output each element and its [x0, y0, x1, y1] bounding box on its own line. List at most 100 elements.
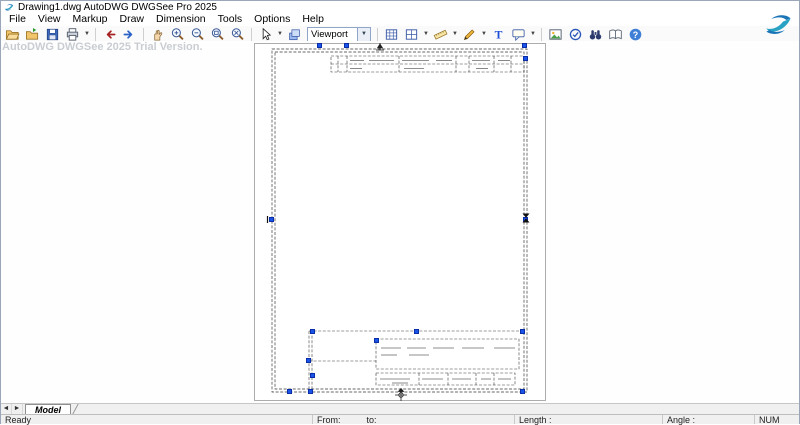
- tab-model[interactable]: Model: [25, 404, 71, 415]
- status-from-label: From:: [317, 414, 341, 425]
- marker-pen-dropdown[interactable]: ▼: [480, 26, 488, 42]
- selection-grip[interactable]: [306, 358, 311, 363]
- book-icon: [609, 29, 622, 39]
- selection-grip[interactable]: [414, 329, 419, 334]
- selection-grip[interactable]: [522, 43, 527, 48]
- selection-grip[interactable]: [520, 389, 525, 394]
- print-button[interactable]: [63, 26, 82, 42]
- status-num-lock: NUM: [759, 414, 780, 425]
- zoom-window-button[interactable]: [208, 26, 227, 42]
- print-icon: [66, 27, 79, 41]
- svg-text:T: T: [495, 28, 503, 41]
- toolbar-separator: [143, 27, 144, 41]
- application-window: Drawing1.dwg AutoDWG DWGSee Pro 2025 Fil…: [0, 0, 800, 425]
- selection-grip[interactable]: [523, 56, 528, 61]
- status-angle: Angle :: [663, 415, 755, 425]
- menu-tools[interactable]: Tools: [212, 13, 249, 26]
- callout-icon: [512, 28, 525, 41]
- selection-grip[interactable]: [287, 389, 292, 394]
- svg-text:?: ?: [633, 29, 638, 39]
- viewports-grid-button[interactable]: [382, 26, 401, 42]
- viewport-select[interactable]: Viewport ▼: [307, 26, 371, 42]
- tile-windows-button[interactable]: [402, 26, 421, 42]
- select-cursor-icon: [262, 27, 272, 40]
- stamp-icon: [569, 28, 582, 40]
- selection-grip[interactable]: [374, 338, 379, 343]
- status-bar: Ready From: to: Length : Angle : NUM: [1, 414, 799, 425]
- tab-scroll-left-button[interactable]: ◄: [1, 404, 12, 414]
- selection-grip[interactable]: [344, 43, 349, 48]
- selection-grip[interactable]: [520, 329, 525, 334]
- selection-grip[interactable]: [317, 43, 322, 48]
- toolbar-separator: [95, 27, 96, 41]
- menu-bar: File View Markup Draw Dimension Tools Op…: [1, 13, 799, 26]
- tile-windows-dropdown[interactable]: ▼: [422, 26, 430, 42]
- zoom-extents-button[interactable]: [228, 26, 247, 42]
- zoom-out-button[interactable]: [188, 26, 207, 42]
- folder-import-icon: [25, 27, 39, 40]
- find-button[interactable]: [586, 26, 605, 42]
- menu-draw[interactable]: Draw: [114, 13, 151, 26]
- save-button[interactable]: [43, 26, 62, 42]
- toolbar-separator: [377, 27, 378, 41]
- tab-slant-divider: [72, 404, 79, 414]
- previous-markup-button[interactable]: [100, 26, 119, 42]
- selection-grip[interactable]: [310, 329, 315, 334]
- menu-markup[interactable]: Markup: [67, 13, 114, 26]
- viewport-select-arrow-icon[interactable]: ▼: [357, 27, 370, 41]
- export-image-button[interactable]: [546, 26, 565, 42]
- image-icon: [549, 28, 562, 40]
- menu-dimension[interactable]: Dimension: [150, 13, 212, 26]
- drawing-canvas[interactable]: AutoDWG DWGSee 2025 Trial Version.: [1, 41, 799, 403]
- title-bar: Drawing1.dwg AutoDWG DWGSee Pro 2025: [1, 1, 799, 13]
- window-title: Drawing1.dwg AutoDWG DWGSee Pro 2025: [18, 2, 217, 13]
- tile-windows-icon: [405, 28, 418, 40]
- menu-help[interactable]: Help: [296, 13, 330, 26]
- save-icon: [46, 28, 59, 40]
- toolbar-separator: [251, 27, 252, 41]
- callout-dropdown[interactable]: ▼: [529, 26, 537, 42]
- zoom-in-button[interactable]: [168, 26, 187, 42]
- open-from-folder-button[interactable]: [23, 26, 42, 42]
- pan-button[interactable]: [148, 26, 167, 42]
- open-folder-icon: [5, 29, 20, 40]
- midpoint-marker-right: [522, 213, 530, 223]
- menu-file[interactable]: File: [3, 13, 32, 26]
- select-button[interactable]: [256, 26, 275, 42]
- sheet-tab-bar: ◄ ► Model: [1, 403, 799, 415]
- ruler-icon: [433, 29, 448, 40]
- binoculars-icon: [589, 29, 602, 39]
- zoom-window-icon: [211, 27, 224, 40]
- open-button[interactable]: [3, 26, 22, 42]
- text-tool-icon: T: [495, 28, 503, 41]
- measure-dropdown[interactable]: ▼: [451, 26, 459, 42]
- status-ready: Ready: [1, 415, 313, 425]
- text-tool-button[interactable]: T: [489, 26, 508, 42]
- print-dropdown[interactable]: ▼: [83, 26, 91, 42]
- arrow-right-icon: [123, 29, 133, 39]
- zoom-extents-icon: [231, 27, 244, 40]
- select-dropdown[interactable]: ▼: [276, 26, 284, 42]
- layers-button[interactable]: [285, 26, 304, 42]
- selection-grip[interactable]: [310, 373, 315, 378]
- status-from-to: From: to:: [313, 414, 515, 425]
- compare-button[interactable]: [606, 26, 625, 42]
- menu-view[interactable]: View: [32, 13, 67, 26]
- measure-button[interactable]: [431, 26, 450, 42]
- stamp-button[interactable]: [566, 26, 585, 42]
- help-icon: ?: [629, 28, 642, 40]
- help-button[interactable]: ?: [626, 26, 645, 42]
- selection-grip[interactable]: [308, 389, 313, 394]
- next-markup-button[interactable]: [120, 26, 139, 42]
- marker-pen-button[interactable]: [460, 26, 479, 42]
- pan-hand-icon: [154, 29, 163, 40]
- zoom-out-icon: [191, 27, 204, 40]
- menu-options[interactable]: Options: [248, 13, 296, 26]
- dwgsee-logo: [766, 15, 791, 34]
- toolbar-separator: [541, 27, 542, 41]
- callout-button[interactable]: [509, 26, 528, 42]
- tab-scroll-right-button[interactable]: ►: [12, 404, 23, 414]
- status-length: Length :: [515, 415, 663, 425]
- grid-icon: [385, 28, 398, 40]
- layers-icon: [289, 28, 300, 40]
